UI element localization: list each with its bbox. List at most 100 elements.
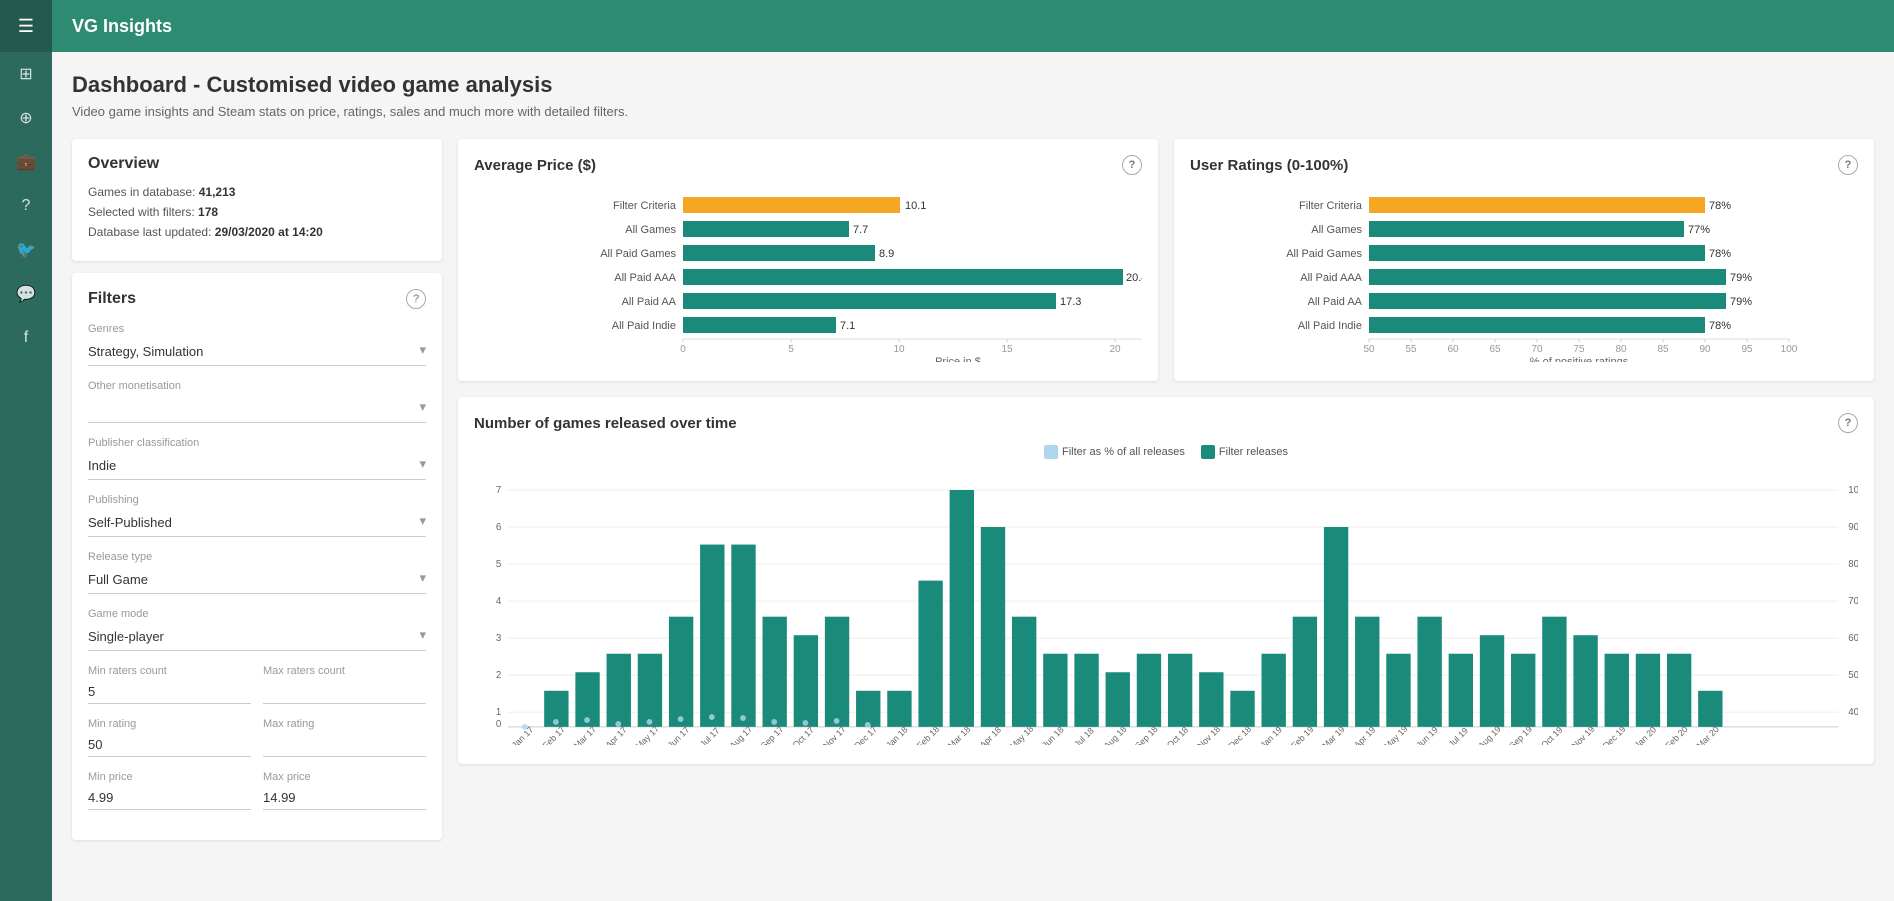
svg-text:8.9: 8.9 xyxy=(879,248,894,260)
svg-text:Jul 17: Jul 17 xyxy=(698,725,722,745)
svg-text:Jan 18: Jan 18 xyxy=(884,724,910,745)
filter-publishing-select[interactable]: Self-Published xyxy=(88,513,426,532)
svg-text:Filter Criteria: Filter Criteria xyxy=(613,200,677,212)
menu-icon: ☰ xyxy=(18,16,34,37)
charts-top-row: Average Price ($) ? Filter Criteria 10.1 xyxy=(458,139,1874,381)
filter-game-mode-wrapper[interactable]: Single-player xyxy=(88,623,426,651)
svg-text:70%: 70% xyxy=(1848,596,1858,607)
svg-text:Price in $: Price in $ xyxy=(935,356,981,362)
svg-text:80%: 80% xyxy=(1848,559,1858,570)
app-title: VG Insights xyxy=(72,16,172,37)
timeseries-svg: 7 6 5 4 3 2 1 0 100% 90% 80% 70% 60% xyxy=(474,465,1858,745)
sidebar-toggle[interactable]: ☰ xyxy=(0,0,52,52)
overview-filter-count: 178 xyxy=(198,205,218,219)
filter-max-price: Max price xyxy=(263,771,426,810)
svg-text:60%: 60% xyxy=(1848,633,1858,644)
svg-text:6: 6 xyxy=(496,522,501,533)
svg-text:90%: 90% xyxy=(1848,522,1858,533)
svg-text:65: 65 xyxy=(1489,344,1501,355)
svg-text:% of positive ratings: % of positive ratings xyxy=(1530,356,1629,362)
svg-text:All Paid AAA: All Paid AAA xyxy=(614,272,676,284)
svg-text:40%: 40% xyxy=(1848,707,1858,718)
filter-max-price-input[interactable] xyxy=(263,786,426,810)
svg-text:Jan 20: Jan 20 xyxy=(1633,724,1659,745)
svg-text:Jul 18: Jul 18 xyxy=(1072,725,1096,745)
svg-text:50: 50 xyxy=(1363,344,1375,355)
sidebar-item-twitter[interactable]: 🐦 xyxy=(0,228,52,272)
overview-title: Overview xyxy=(88,155,426,173)
dashboard-layout: Overview Games in database: 41,213 Selec… xyxy=(72,139,1874,840)
sidebar-item-briefcase[interactable]: 💼 xyxy=(0,140,52,184)
right-panel: Average Price ($) ? Filter Criteria 10.1 xyxy=(458,139,1874,840)
svg-text:All Paid AAA: All Paid AAA xyxy=(1300,272,1362,284)
svg-text:0: 0 xyxy=(680,344,686,355)
filter-rating-row: Min rating Max rating xyxy=(88,718,426,757)
overview-last-updated: 29/03/2020 at 14:20 xyxy=(215,225,323,239)
timeseries-title: Number of games released over time ? xyxy=(474,413,1858,433)
filter-publishing-wrapper[interactable]: Self-Published xyxy=(88,509,426,537)
filter-genres-wrapper[interactable]: Strategy, Simulation xyxy=(88,338,426,366)
filter-min-rating-input[interactable] xyxy=(88,733,251,757)
overview-card: Overview Games in database: 41,213 Selec… xyxy=(72,139,442,261)
svg-text:Apr 19: Apr 19 xyxy=(1352,725,1377,745)
timeseries-card: Number of games released over time ? Fil… xyxy=(458,397,1874,764)
filter-min-raters-input[interactable] xyxy=(88,680,251,704)
sidebar-item-discord[interactable]: 💬 xyxy=(0,272,52,316)
svg-text:Oct 18: Oct 18 xyxy=(1165,725,1190,745)
avg-price-chart-card: Average Price ($) ? Filter Criteria 10.1 xyxy=(458,139,1158,381)
filter-max-rating-input[interactable] xyxy=(263,733,426,757)
filter-release-type: Release type Full Game xyxy=(88,551,426,594)
svg-text:Jan 19: Jan 19 xyxy=(1258,724,1284,745)
filter-publisher-select[interactable]: Indie xyxy=(88,456,426,475)
filter-min-rating-label: Min rating xyxy=(88,718,251,730)
avg-price-bar-chart: Filter Criteria 10.1 All Games 7.7 All P… xyxy=(474,187,1142,365)
filter-publishing-label: Publishing xyxy=(88,494,426,506)
sidebar: ☰ ⊞ ⊕ 💼 ? 🐦 💬 f xyxy=(0,0,52,901)
filter-publishing: Publishing Self-Published xyxy=(88,494,426,537)
timeseries-legend: Filter as % of all releases Filter relea… xyxy=(474,445,1858,459)
filter-min-rating: Min rating xyxy=(88,718,251,757)
svg-text:77%: 77% xyxy=(1688,224,1710,236)
filter-genres-select[interactable]: Strategy, Simulation xyxy=(88,342,426,361)
filter-max-raters-input[interactable] xyxy=(263,680,426,704)
user-ratings-svg: Filter Criteria 78% All Games 77% All Pa… xyxy=(1190,187,1858,362)
svg-text:All Games: All Games xyxy=(1311,224,1362,236)
legend-filter-pct-label: Filter as % of all releases xyxy=(1062,446,1185,458)
filter-max-raters-label: Max raters count xyxy=(263,665,426,677)
svg-text:80: 80 xyxy=(1615,344,1627,355)
svg-text:55: 55 xyxy=(1405,344,1417,355)
svg-text:5: 5 xyxy=(496,559,501,570)
svg-text:5: 5 xyxy=(788,344,794,355)
filter-release-type-select[interactable]: Full Game xyxy=(88,570,426,589)
sidebar-item-add[interactable]: ⊕ xyxy=(0,96,52,140)
left-panel: Overview Games in database: 41,213 Selec… xyxy=(72,139,442,840)
sidebar-item-facebook[interactable]: f xyxy=(0,316,52,360)
filter-monetisation-select[interactable] xyxy=(88,399,426,418)
filters-help-icon[interactable]: ? xyxy=(406,289,426,309)
filter-game-mode-select[interactable]: Single-player xyxy=(88,627,426,646)
overview-stat-1: Games in database: 41,213 xyxy=(88,185,426,199)
svg-text:78%: 78% xyxy=(1709,200,1731,212)
svg-text:7.7: 7.7 xyxy=(853,224,868,236)
overview-db-count: 41,213 xyxy=(199,185,236,199)
sidebar-item-dashboard[interactable]: ⊞ xyxy=(0,52,52,96)
filter-publisher-wrapper[interactable]: Indie xyxy=(88,452,426,480)
user-ratings-chart-title: User Ratings (0-100%) ? xyxy=(1190,155,1858,175)
svg-text:3: 3 xyxy=(496,633,501,644)
filter-max-rating: Max rating xyxy=(263,718,426,757)
filter-min-price-input[interactable] xyxy=(88,786,251,810)
filter-release-type-wrapper[interactable]: Full Game xyxy=(88,566,426,594)
svg-text:60: 60 xyxy=(1447,344,1459,355)
filter-monetisation-wrapper[interactable] xyxy=(88,395,426,423)
timeseries-help-icon[interactable]: ? xyxy=(1838,413,1858,433)
page-subtitle: Video game insights and Steam stats on p… xyxy=(72,104,1874,119)
svg-text:0: 0 xyxy=(496,719,502,730)
user-ratings-help-icon[interactable]: ? xyxy=(1838,155,1858,175)
svg-text:4: 4 xyxy=(496,596,502,607)
svg-text:1: 1 xyxy=(496,707,501,718)
main-area: VG Insights Dashboard - Customised video… xyxy=(52,0,1894,901)
svg-text:All Paid Games: All Paid Games xyxy=(600,248,676,260)
filter-min-price-label: Min price xyxy=(88,771,251,783)
sidebar-item-help[interactable]: ? xyxy=(0,184,52,228)
avg-price-help-icon[interactable]: ? xyxy=(1122,155,1142,175)
